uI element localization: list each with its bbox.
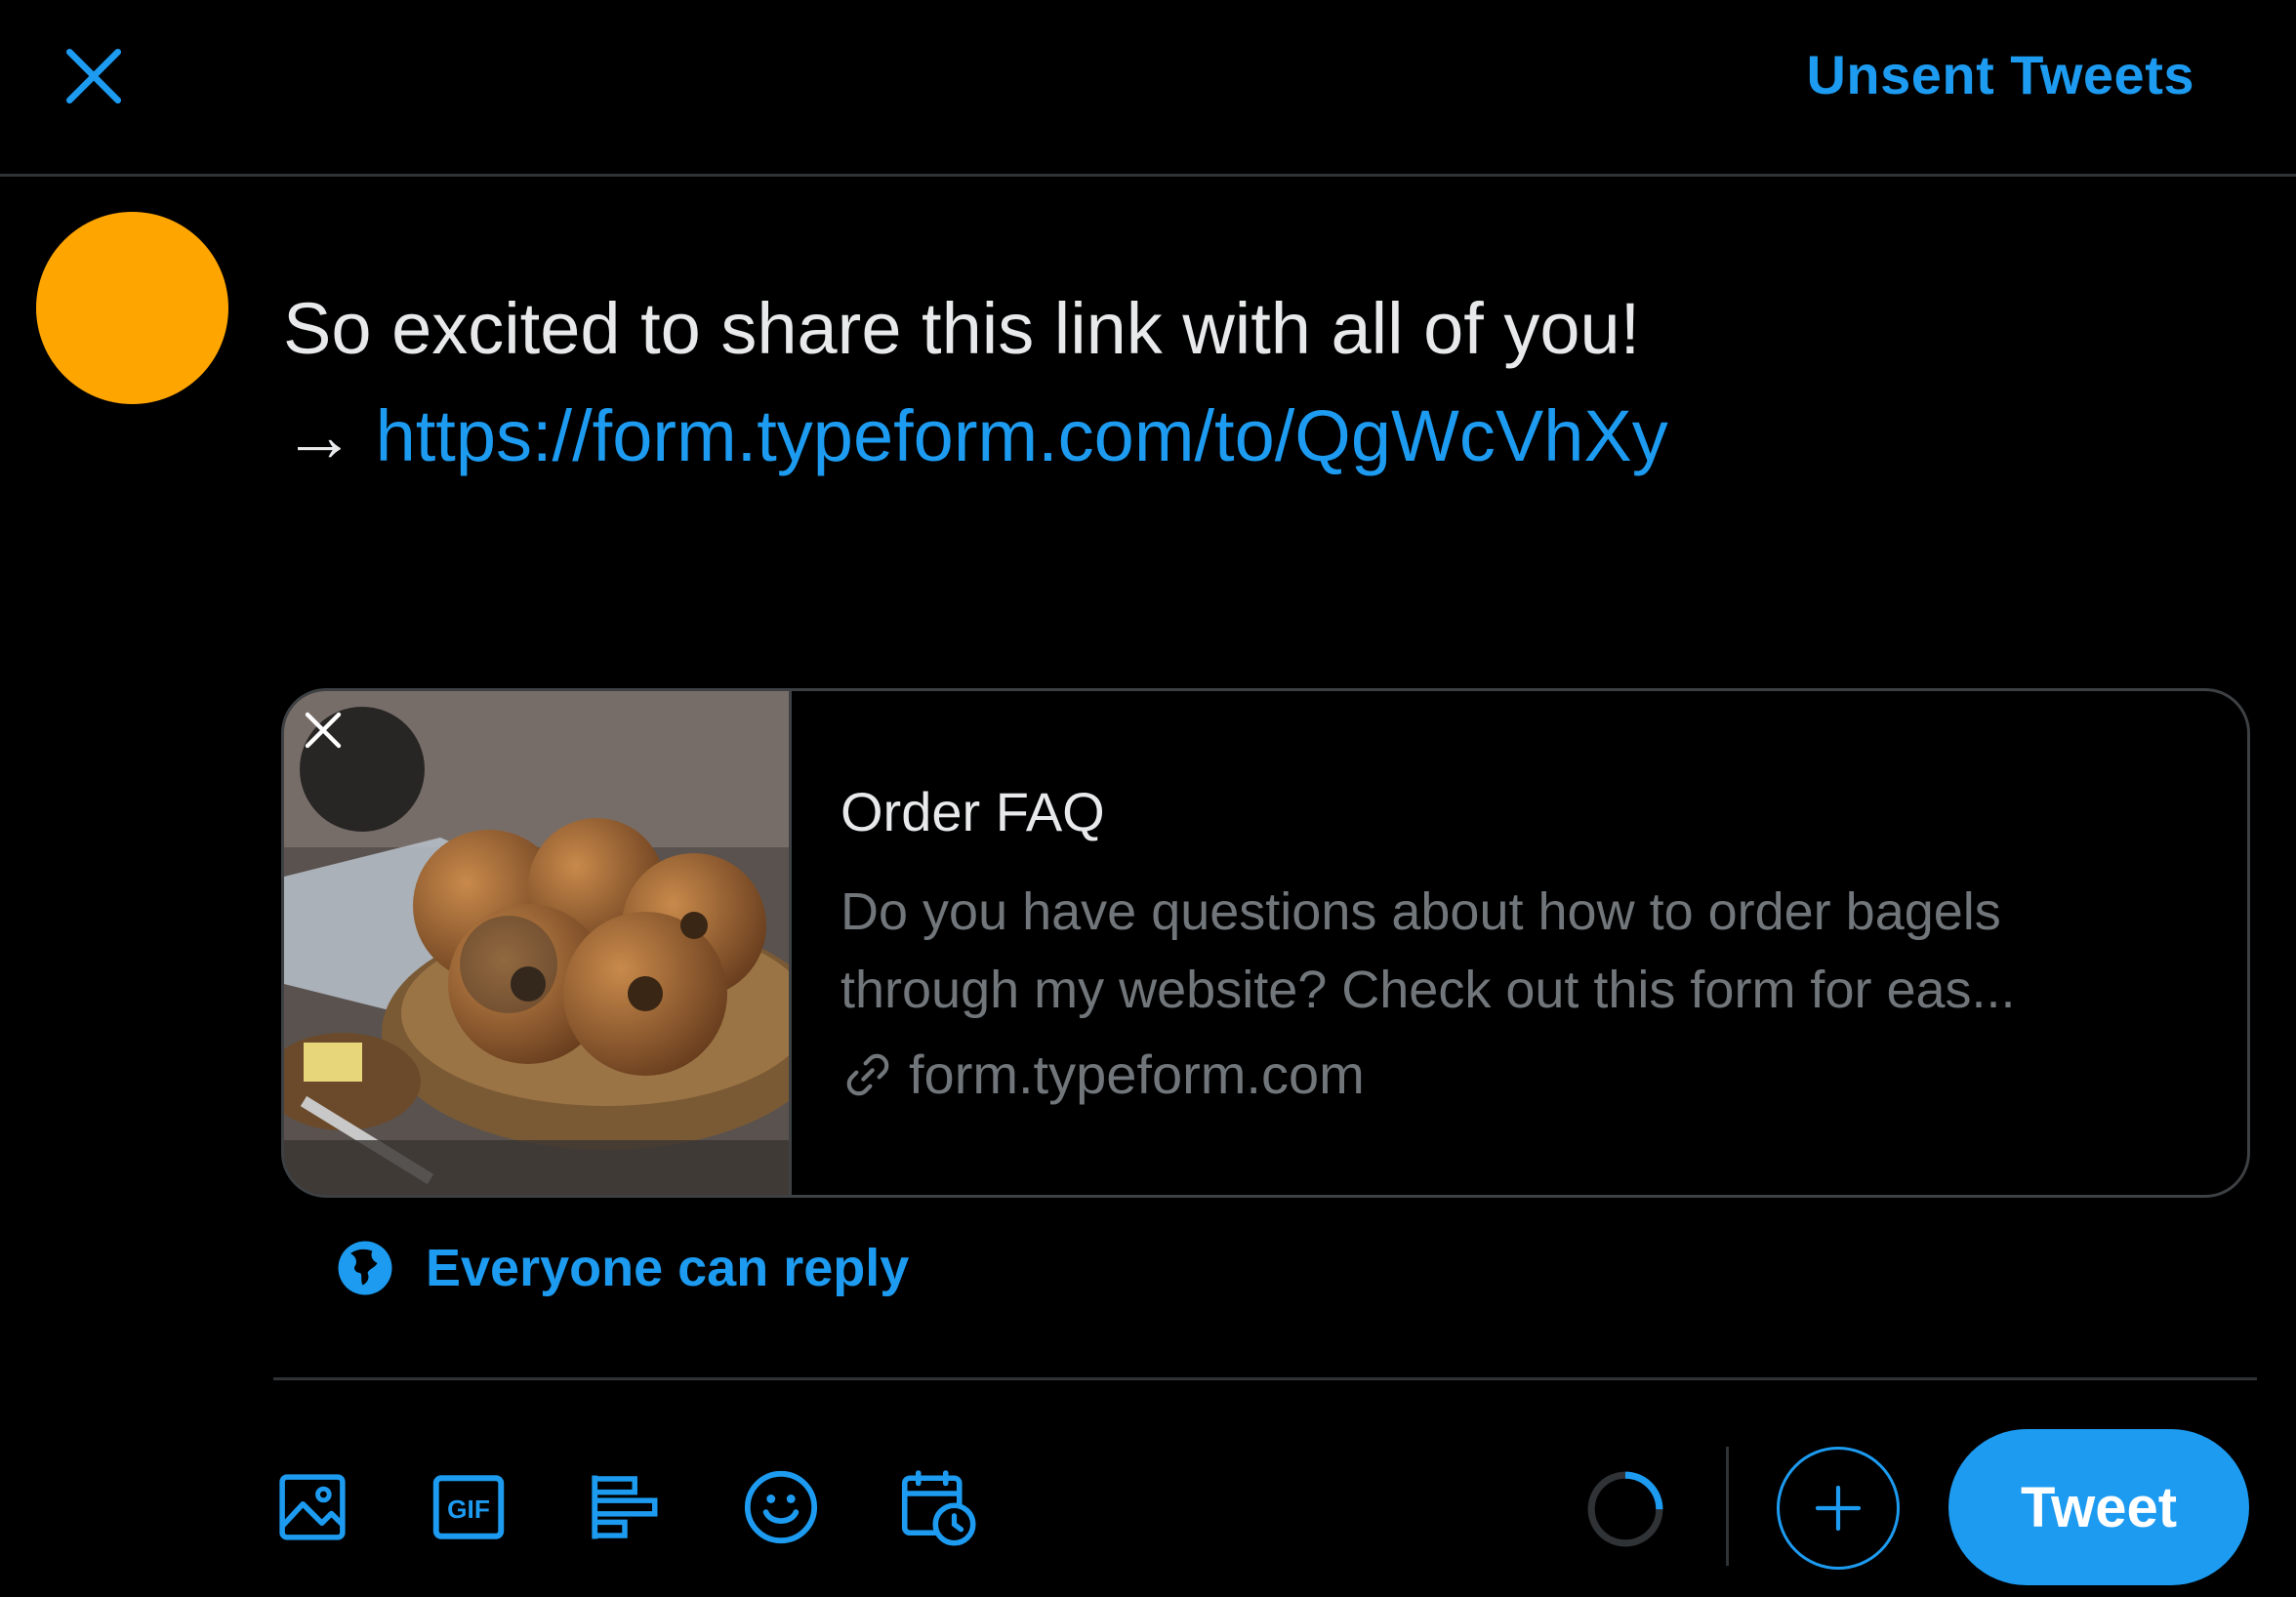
globe-icon xyxy=(338,1241,392,1295)
card-body: Order FAQ Do you have questions about ho… xyxy=(792,691,2247,1195)
close-icon xyxy=(65,48,122,104)
link-preview-card[interactable]: Order FAQ Do you have questions about ho… xyxy=(281,688,2250,1198)
gif-icon: GIF xyxy=(432,1475,505,1539)
toolbar-separator xyxy=(1726,1447,1729,1566)
link-icon xyxy=(846,1053,889,1095)
unsent-tweets-link[interactable]: Unsent Tweets xyxy=(1806,43,2194,106)
card-domain-row: form.typeform.com xyxy=(840,1043,2189,1106)
character-count-progress xyxy=(1587,1471,1663,1547)
card-thumbnail xyxy=(284,691,792,1195)
card-domain: form.typeform.com xyxy=(909,1044,1365,1105)
tweet-text-input[interactable]: So excited to share this link with all o… xyxy=(283,275,2196,490)
compose-tweet-dialog: Unsent Tweets So excited to share this l… xyxy=(0,0,2296,1597)
card-title: Order FAQ xyxy=(840,781,1105,842)
poll-button[interactable] xyxy=(578,1460,672,1554)
gif-button[interactable]: GIF xyxy=(422,1460,515,1554)
gif-label: GIF xyxy=(447,1495,490,1524)
poll-icon xyxy=(592,1475,658,1539)
tweet-text-line-2: → https://form.typeform.com/to/QgWcVhXy xyxy=(283,383,2196,490)
emoji-button[interactable] xyxy=(734,1460,828,1554)
media-button[interactable] xyxy=(266,1460,359,1554)
plus-icon xyxy=(1815,1485,1862,1532)
toolbar-divider xyxy=(273,1377,2257,1380)
card-description: Do you have questions about how to order… xyxy=(840,882,2016,1019)
image-icon xyxy=(279,1474,346,1540)
schedule-icon xyxy=(901,1470,976,1546)
reply-setting-label: Everyone can reply xyxy=(426,1239,910,1297)
add-tweet-button[interactable] xyxy=(1777,1447,1900,1570)
reply-setting-button[interactable]: Everyone can reply xyxy=(336,1238,909,1298)
tweet-text-line-1: So excited to share this link with all o… xyxy=(283,288,1641,369)
close-button[interactable] xyxy=(47,29,141,123)
schedule-button[interactable] xyxy=(890,1460,984,1554)
arrow-glyph: → xyxy=(283,395,355,476)
tweet-link[interactable]: https://form.typeform.com/to/QgWcVhXy xyxy=(376,395,1668,476)
avatar[interactable] xyxy=(36,212,228,404)
remove-card-button[interactable] xyxy=(300,707,425,832)
close-icon xyxy=(305,712,342,749)
dialog-header: Unsent Tweets xyxy=(0,0,2296,177)
emoji-icon xyxy=(744,1470,818,1544)
tweet-button[interactable]: Tweet xyxy=(1948,1429,2249,1585)
